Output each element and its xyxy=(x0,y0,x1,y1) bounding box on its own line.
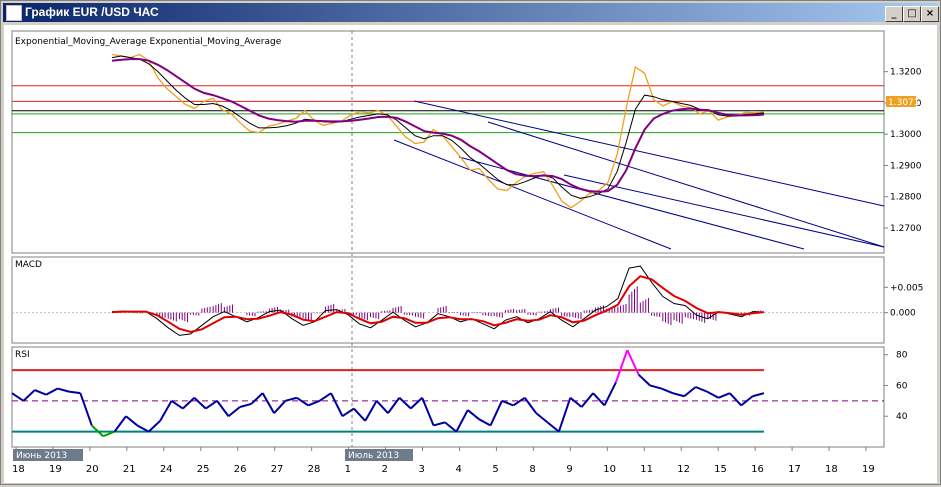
price-y-tick-label: 1.2900 xyxy=(890,161,922,171)
x-axis-tick-label: 8 xyxy=(529,464,535,475)
minimize-button[interactable]: _ xyxy=(885,6,903,22)
x-axis-tick-label: 11 xyxy=(640,464,653,475)
indicator-label: Exponential_Moving_Average Exponential_M… xyxy=(15,37,282,47)
x-axis-tick-label: 9 xyxy=(566,464,572,475)
chart-window: График EUR /USD ЧАС _ □ × 1.2700 1.2800 1.… xyxy=(0,0,941,485)
rsi-y-tick-label: 80 xyxy=(896,351,908,361)
x-axis-tick-label: 1 xyxy=(345,464,351,475)
price-y-tick-label: 1.2800 xyxy=(890,193,922,203)
x-axis-tick-label: 24 xyxy=(160,464,173,475)
rsi-y-tick-label: 40 xyxy=(896,412,908,422)
x-axis-tick-label: 28 xyxy=(308,464,321,475)
rsi-label: RSI xyxy=(15,350,30,360)
rsi-y-tick-label: 60 xyxy=(896,381,908,391)
x-axis-tick-label: 19 xyxy=(862,464,875,475)
month-tag-july: Июль 2013 xyxy=(348,451,399,461)
x-axis-tick-label: 17 xyxy=(788,464,801,475)
price-y-tick-label: 1.2700 xyxy=(890,224,922,234)
x-axis-tick-label: 16 xyxy=(751,464,764,475)
axis-layer: 18 19 20 21 24 25 26 27 28 1 2 3 4 5 8 9 10 11 12 15 16 17 18 1… xyxy=(12,447,875,475)
x-axis-tick-label: 25 xyxy=(197,464,210,475)
x-axis-tick-label: 19 xyxy=(49,464,62,475)
x-axis-tick-label: 2 xyxy=(382,464,388,475)
close-button[interactable]: × xyxy=(921,6,939,22)
x-axis-tick-label: 27 xyxy=(271,464,284,475)
x-axis-tick-label: 10 xyxy=(603,464,616,475)
title-bar[interactable]: График EUR /USD ЧАС _ □ × xyxy=(3,3,939,22)
macd-y-tick-label: 0.000 xyxy=(890,309,916,319)
x-axis-tick-label: 18 xyxy=(12,464,25,475)
x-axis-tick-label: 26 xyxy=(234,464,247,475)
chart-area[interactable]: 1.27001.28001.29001.30001.31001.3200 +0.… xyxy=(4,25,937,483)
window-title: График EUR /USD ЧАС xyxy=(25,5,159,19)
month-tag-june: Июнь 2013 xyxy=(16,451,67,461)
macd-panel[interactable] xyxy=(11,256,885,344)
x-axis-tick-label: 5 xyxy=(492,464,498,475)
x-axis-tick-label: 12 xyxy=(677,464,690,475)
x-axis-tick-label: 4 xyxy=(455,464,461,475)
macd-label: MACD xyxy=(15,260,42,270)
x-axis-tick-label: 20 xyxy=(86,464,99,475)
macd-y-tick-label: +0.005 xyxy=(890,283,923,293)
current-price-tag: 1.3071 xyxy=(888,98,920,108)
x-axis-tick-label: 3 xyxy=(419,464,425,475)
price-y-tick-label: 1.3000 xyxy=(890,130,922,140)
x-axis-tick-label: 15 xyxy=(714,464,727,475)
x-axis-tick-label: 21 xyxy=(123,464,136,475)
x-axis-tick-label: 18 xyxy=(825,464,838,475)
price-y-tick-label: 1.3200 xyxy=(890,68,922,78)
maximize-button[interactable]: □ xyxy=(903,6,921,22)
chart-svg[interactable]: 1.27001.28001.29001.30001.31001.3200 +0.… xyxy=(4,25,937,483)
chart-app-icon xyxy=(6,5,22,21)
